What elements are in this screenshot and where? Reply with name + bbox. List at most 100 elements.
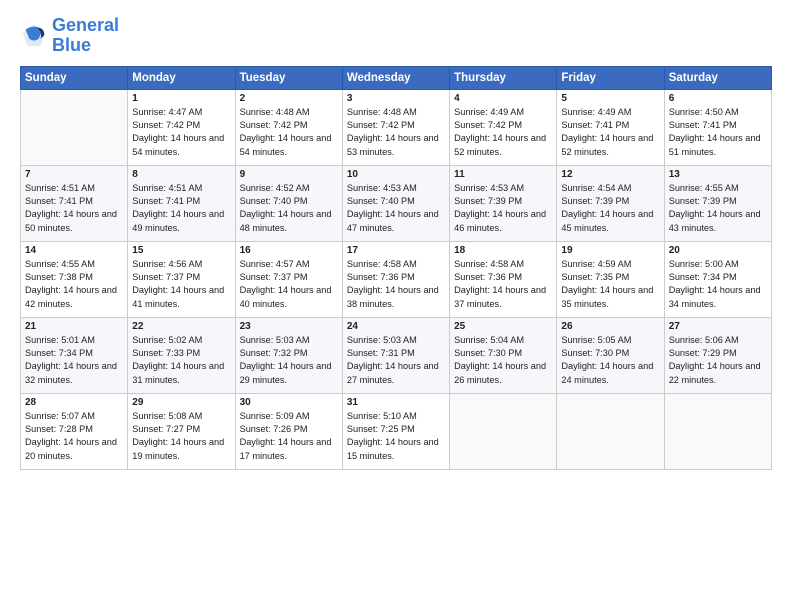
calendar-cell: 16 Sunrise: 4:57 AM Sunset: 7:37 PM Dayl… [235, 241, 342, 317]
sunrise-text: Sunrise: 5:06 AM [669, 334, 767, 347]
calendar-cell: 18 Sunrise: 4:58 AM Sunset: 7:36 PM Dayl… [450, 241, 557, 317]
calendar-cell: 11 Sunrise: 4:53 AM Sunset: 7:39 PM Dayl… [450, 165, 557, 241]
sunset-text: Sunset: 7:37 PM [240, 271, 338, 284]
day-info: Sunrise: 4:48 AM Sunset: 7:42 PM Dayligh… [347, 106, 445, 159]
sunrise-text: Sunrise: 4:50 AM [669, 106, 767, 119]
calendar-cell: 6 Sunrise: 4:50 AM Sunset: 7:41 PM Dayli… [664, 89, 771, 165]
calendar-week-row: 14 Sunrise: 4:55 AM Sunset: 7:38 PM Dayl… [21, 241, 772, 317]
daylight-text: Daylight: 14 hours and 48 minutes. [240, 208, 338, 235]
day-number: 29 [132, 397, 230, 408]
day-info: Sunrise: 4:49 AM Sunset: 7:42 PM Dayligh… [454, 106, 552, 159]
header-day: Saturday [664, 66, 771, 89]
calendar-cell: 24 Sunrise: 5:03 AM Sunset: 7:31 PM Dayl… [342, 317, 449, 393]
daylight-text: Daylight: 14 hours and 54 minutes. [132, 132, 230, 159]
sunset-text: Sunset: 7:40 PM [240, 195, 338, 208]
calendar-cell: 9 Sunrise: 4:52 AM Sunset: 7:40 PM Dayli… [235, 165, 342, 241]
sunrise-text: Sunrise: 5:02 AM [132, 334, 230, 347]
day-number: 2 [240, 93, 338, 104]
day-number: 30 [240, 397, 338, 408]
daylight-text: Daylight: 14 hours and 40 minutes. [240, 284, 338, 311]
day-number: 28 [25, 397, 123, 408]
logo-text: General Blue [52, 16, 119, 56]
calendar-cell: 13 Sunrise: 4:55 AM Sunset: 7:39 PM Dayl… [664, 165, 771, 241]
day-number: 13 [669, 169, 767, 180]
calendar-cell: 27 Sunrise: 5:06 AM Sunset: 7:29 PM Dayl… [664, 317, 771, 393]
calendar-week-row: 28 Sunrise: 5:07 AM Sunset: 7:28 PM Dayl… [21, 393, 772, 469]
daylight-text: Daylight: 14 hours and 52 minutes. [454, 132, 552, 159]
sunset-text: Sunset: 7:41 PM [132, 195, 230, 208]
day-number: 9 [240, 169, 338, 180]
sunset-text: Sunset: 7:34 PM [669, 271, 767, 284]
day-number: 7 [25, 169, 123, 180]
calendar-week-row: 1 Sunrise: 4:47 AM Sunset: 7:42 PM Dayli… [21, 89, 772, 165]
sunset-text: Sunset: 7:41 PM [25, 195, 123, 208]
calendar-cell [557, 393, 664, 469]
header-day: Wednesday [342, 66, 449, 89]
sunset-text: Sunset: 7:33 PM [132, 347, 230, 360]
day-info: Sunrise: 4:58 AM Sunset: 7:36 PM Dayligh… [454, 258, 552, 311]
daylight-text: Daylight: 14 hours and 27 minutes. [347, 360, 445, 387]
sunrise-text: Sunrise: 4:55 AM [25, 258, 123, 271]
day-info: Sunrise: 5:08 AM Sunset: 7:27 PM Dayligh… [132, 410, 230, 463]
sunrise-text: Sunrise: 4:59 AM [561, 258, 659, 271]
daylight-text: Daylight: 14 hours and 45 minutes. [561, 208, 659, 235]
daylight-text: Daylight: 14 hours and 15 minutes. [347, 436, 445, 463]
daylight-text: Daylight: 14 hours and 17 minutes. [240, 436, 338, 463]
calendar-cell: 10 Sunrise: 4:53 AM Sunset: 7:40 PM Dayl… [342, 165, 449, 241]
day-info: Sunrise: 4:56 AM Sunset: 7:37 PM Dayligh… [132, 258, 230, 311]
sunrise-text: Sunrise: 4:48 AM [347, 106, 445, 119]
day-number: 11 [454, 169, 552, 180]
sunset-text: Sunset: 7:28 PM [25, 423, 123, 436]
sunrise-text: Sunrise: 5:04 AM [454, 334, 552, 347]
day-number: 20 [669, 245, 767, 256]
daylight-text: Daylight: 14 hours and 52 minutes. [561, 132, 659, 159]
day-number: 21 [25, 321, 123, 332]
logo: General Blue [20, 16, 119, 56]
calendar-cell: 29 Sunrise: 5:08 AM Sunset: 7:27 PM Dayl… [128, 393, 235, 469]
day-number: 26 [561, 321, 659, 332]
sunrise-text: Sunrise: 4:48 AM [240, 106, 338, 119]
day-number: 3 [347, 93, 445, 104]
sunrise-text: Sunrise: 4:47 AM [132, 106, 230, 119]
calendar-cell: 3 Sunrise: 4:48 AM Sunset: 7:42 PM Dayli… [342, 89, 449, 165]
calendar-cell: 22 Sunrise: 5:02 AM Sunset: 7:33 PM Dayl… [128, 317, 235, 393]
day-number: 4 [454, 93, 552, 104]
sunrise-text: Sunrise: 5:08 AM [132, 410, 230, 423]
daylight-text: Daylight: 14 hours and 49 minutes. [132, 208, 230, 235]
daylight-text: Daylight: 14 hours and 19 minutes. [132, 436, 230, 463]
calendar-cell: 28 Sunrise: 5:07 AM Sunset: 7:28 PM Dayl… [21, 393, 128, 469]
sunset-text: Sunset: 7:36 PM [347, 271, 445, 284]
daylight-text: Daylight: 14 hours and 37 minutes. [454, 284, 552, 311]
daylight-text: Daylight: 14 hours and 31 minutes. [132, 360, 230, 387]
daylight-text: Daylight: 14 hours and 32 minutes. [25, 360, 123, 387]
day-number: 25 [454, 321, 552, 332]
calendar-table: SundayMondayTuesdayWednesdayThursdayFrid… [20, 66, 772, 470]
daylight-text: Daylight: 14 hours and 20 minutes. [25, 436, 123, 463]
day-info: Sunrise: 4:47 AM Sunset: 7:42 PM Dayligh… [132, 106, 230, 159]
daylight-text: Daylight: 14 hours and 26 minutes. [454, 360, 552, 387]
day-info: Sunrise: 5:03 AM Sunset: 7:32 PM Dayligh… [240, 334, 338, 387]
day-info: Sunrise: 4:50 AM Sunset: 7:41 PM Dayligh… [669, 106, 767, 159]
day-number: 16 [240, 245, 338, 256]
header-day: Monday [128, 66, 235, 89]
day-number: 1 [132, 93, 230, 104]
header-day: Thursday [450, 66, 557, 89]
sunrise-text: Sunrise: 4:56 AM [132, 258, 230, 271]
calendar-cell: 26 Sunrise: 5:05 AM Sunset: 7:30 PM Dayl… [557, 317, 664, 393]
sunset-text: Sunset: 7:42 PM [240, 119, 338, 132]
day-number: 19 [561, 245, 659, 256]
day-info: Sunrise: 5:10 AM Sunset: 7:25 PM Dayligh… [347, 410, 445, 463]
day-number: 15 [132, 245, 230, 256]
calendar-cell: 20 Sunrise: 5:00 AM Sunset: 7:34 PM Dayl… [664, 241, 771, 317]
sunrise-text: Sunrise: 5:03 AM [240, 334, 338, 347]
day-number: 24 [347, 321, 445, 332]
calendar-cell: 30 Sunrise: 5:09 AM Sunset: 7:26 PM Dayl… [235, 393, 342, 469]
sunset-text: Sunset: 7:42 PM [454, 119, 552, 132]
page-header: General Blue [20, 16, 772, 56]
day-info: Sunrise: 5:05 AM Sunset: 7:30 PM Dayligh… [561, 334, 659, 387]
calendar-cell: 14 Sunrise: 4:55 AM Sunset: 7:38 PM Dayl… [21, 241, 128, 317]
daylight-text: Daylight: 14 hours and 24 minutes. [561, 360, 659, 387]
calendar-cell [21, 89, 128, 165]
calendar-cell: 15 Sunrise: 4:56 AM Sunset: 7:37 PM Dayl… [128, 241, 235, 317]
sunrise-text: Sunrise: 4:57 AM [240, 258, 338, 271]
